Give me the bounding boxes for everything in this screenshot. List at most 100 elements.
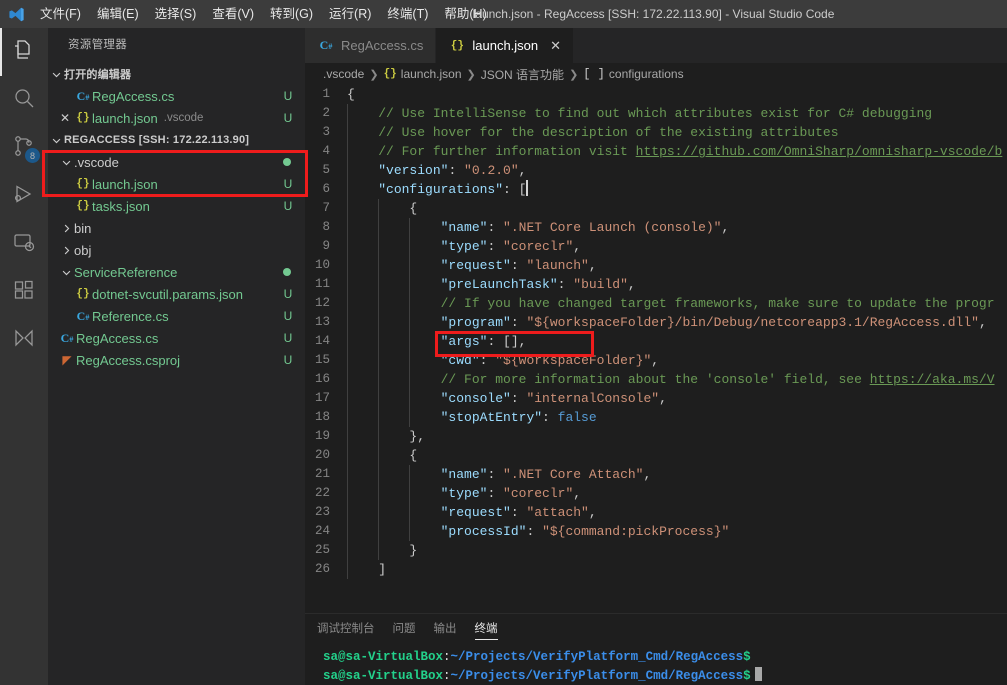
explorer-sidebar: 资源管理器 打开的编辑器 C# RegAccess.cs U ✕ {} laun… <box>48 28 305 685</box>
activity-extensions[interactable] <box>0 268 48 316</box>
section-open-editors[interactable]: 打开的编辑器 <box>48 63 305 85</box>
menu-edit[interactable]: 编辑(E) <box>89 0 147 28</box>
tree-file-regaccess-csproj[interactable]: ◤ RegAccess.csproj U <box>48 349 305 371</box>
breadcrumb-item-json-language[interactable]: JSON 语言功能 <box>481 66 564 83</box>
code-token: false <box>557 410 597 425</box>
code-token[interactable]: https://aka.ms/V <box>870 372 995 387</box>
menu-view[interactable]: 查看(V) <box>204 0 262 28</box>
indent-guide <box>347 389 348 408</box>
code-token: : <box>510 258 527 273</box>
open-editor-sublabel: .vscode <box>163 112 204 124</box>
extensions-icon <box>12 278 36 307</box>
git-status: U <box>283 111 293 125</box>
json-icon: {} <box>450 39 464 52</box>
tree-folder-vscode[interactable]: .vscode <box>48 151 305 173</box>
tree-file-launch-json[interactable]: {} launch.json U <box>48 173 305 195</box>
code-line: 22 "type": "coreclr", <box>305 484 1007 503</box>
tree-file-regaccess-cs[interactable]: C# RegAccess.cs U <box>48 327 305 349</box>
close-icon[interactable]: ✕ <box>56 111 74 125</box>
open-editor-regaccess-cs[interactable]: C# RegAccess.cs U <box>48 85 305 107</box>
line-content: } <box>347 541 417 560</box>
code-token: , <box>643 467 652 482</box>
code-token[interactable]: https://github.com/OmniSharp/omnisharp-v… <box>636 144 1003 159</box>
code-line: 11 "preLaunchTask": "build", <box>305 275 1007 294</box>
tree-folder-obj[interactable]: obj <box>48 239 305 261</box>
terminal-path: ~/Projects/VerifyPlatform_Cmd/RegAccess <box>450 669 744 683</box>
menu-terminal[interactable]: 终端(T) <box>379 0 436 28</box>
line-content: "console": "internalConsole", <box>347 389 667 408</box>
section-workspace[interactable]: REGACCESS [SSH: 172.22.113.90] <box>48 129 305 151</box>
editor-scrollbar[interactable] <box>997 85 1007 607</box>
code-token: "attach" <box>526 505 589 520</box>
indent-guide <box>409 522 411 541</box>
code-token: : <box>503 182 519 197</box>
code-token: , <box>588 505 597 520</box>
indent-guide <box>409 218 411 237</box>
indent-guide <box>347 351 348 370</box>
indent-guide <box>347 180 348 199</box>
breadcrumb-item-launch-json[interactable]: {} launch.json <box>384 67 462 81</box>
sidebar-title: 资源管理器 <box>68 39 127 51</box>
panel-tab-output[interactable]: 输出 <box>434 614 457 644</box>
indent-guide <box>378 256 380 275</box>
menu-selection[interactable]: 选择(S) <box>147 0 205 28</box>
open-editor-launch-json[interactable]: ✕ {} launch.json .vscode U <box>48 107 305 129</box>
vscode-logo-icon <box>0 0 32 28</box>
line-content: "type": "coreclr", <box>347 237 581 256</box>
code-token: , <box>573 486 582 501</box>
line-number: 15 <box>314 353 330 367</box>
tree-folder-servicereference[interactable]: ServiceReference <box>48 261 305 283</box>
json-icon: {} <box>76 200 90 212</box>
line-content: { <box>347 85 355 104</box>
activity-run-debug[interactable] <box>0 172 48 220</box>
line-number: 21 <box>314 467 330 481</box>
indent-guide <box>378 541 380 560</box>
explorer-icon <box>12 38 36 67</box>
menu-run[interactable]: 运行(R) <box>321 0 379 28</box>
live-share-icon <box>12 326 36 355</box>
menu-go[interactable]: 转到(G) <box>262 0 321 28</box>
activity-search[interactable] <box>0 76 48 124</box>
code-line: 25 } <box>305 541 1007 560</box>
tree-file-dotnet-svcutil-params[interactable]: {} dotnet-svcutil.params.json U <box>48 283 305 305</box>
menu-help[interactable]: 帮助(H) <box>436 0 494 28</box>
panel-tab-terminal[interactable]: 终端 <box>474 614 498 644</box>
git-status: U <box>283 331 293 345</box>
line-content: // For more information about the 'conso… <box>347 370 995 389</box>
terminal-user: sa@sa-VirtualBox <box>323 650 444 664</box>
indent-guide <box>409 294 411 313</box>
indent-guide <box>409 370 411 389</box>
code-token: , <box>573 239 582 254</box>
code-token: // For further information visit <box>378 144 636 159</box>
folder-modified-dot <box>283 158 291 166</box>
activity-explorer[interactable] <box>0 28 48 76</box>
tree-folder-bin[interactable]: bin <box>48 217 305 239</box>
tree-file-tasks-json[interactable]: {} tasks.json U <box>48 195 305 217</box>
tab-regaccess-cs[interactable]: C# RegAccess.cs <box>305 28 437 63</box>
panel-tab-problems[interactable]: 问题 <box>393 614 416 644</box>
code-line: 23 "request": "attach", <box>305 503 1007 522</box>
code-editor[interactable]: 1{2 // Use IntelliSense to find out whic… <box>305 85 1007 607</box>
breadcrumb-item-configurations[interactable]: [ ] configurations <box>583 67 683 81</box>
tab-launch-json[interactable]: {} launch.json ✕ <box>436 28 575 63</box>
menu-file[interactable]: 文件(F) <box>32 0 89 28</box>
code-token: : <box>510 315 527 330</box>
code-token: [], <box>503 334 527 349</box>
activity-remote-explorer[interactable] <box>0 220 48 268</box>
code-token: "${workspaceFolder}/bin/Debug/netcoreapp… <box>526 315 979 330</box>
source-control-badge: 8 <box>25 148 40 163</box>
line-content: "name": ".NET Core Launch (console)", <box>347 218 729 237</box>
panel-tab-debug-console[interactable]: 调试控制台 <box>317 614 375 644</box>
tree-file-reference-cs[interactable]: C# Reference.cs U <box>48 305 305 327</box>
code-token: "${workspaceFolder}" <box>495 353 652 368</box>
activity-live-share[interactable] <box>0 316 48 364</box>
code-token: "configurations" <box>378 182 504 197</box>
code-line: 2 // Use IntelliSense to find out which … <box>305 104 1007 123</box>
close-icon[interactable]: ✕ <box>550 38 561 54</box>
code-token: "type" <box>440 239 488 254</box>
indent-guide <box>347 313 348 332</box>
breadcrumb-item-vscode[interactable]: .vscode <box>323 67 364 81</box>
tree-label: .vscode <box>74 154 119 170</box>
terminal-output[interactable]: sa@sa-VirtualBox:~/Projects/VerifyPlatfo… <box>305 644 1007 685</box>
activity-source-control[interactable]: 8 <box>0 124 48 172</box>
